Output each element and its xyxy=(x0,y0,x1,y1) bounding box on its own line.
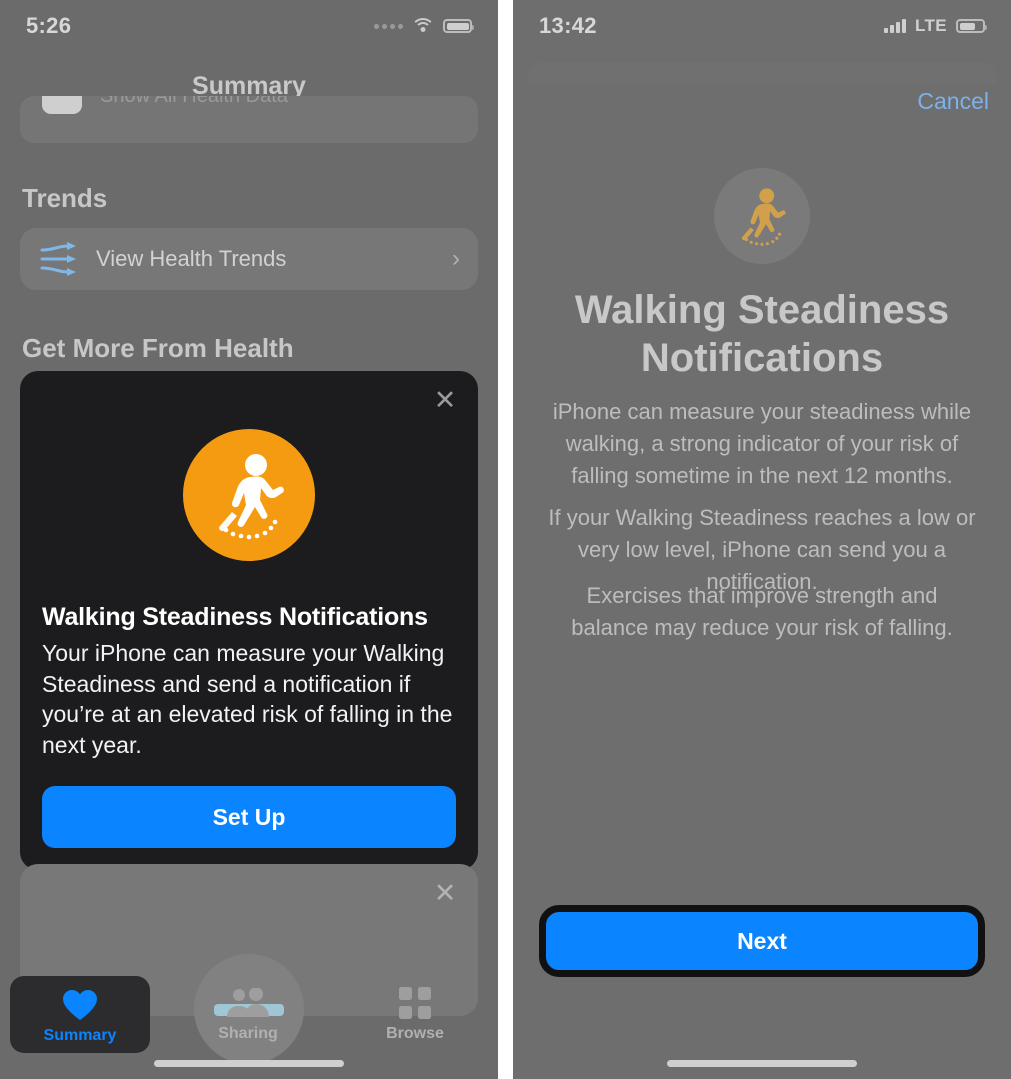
tab-bar: Summary Sharing Browse xyxy=(0,967,498,1079)
promo-card-walking-steadiness: ✕ Walking Steadiness Notifications Your … xyxy=(20,371,478,871)
tab-label: Sharing xyxy=(218,1025,278,1042)
promo-icon-container xyxy=(42,371,456,561)
walking-person-icon xyxy=(183,429,315,561)
tab-label: Browse xyxy=(386,1025,444,1042)
sheet-paragraph-3: Exercises that improve strength and bala… xyxy=(571,583,953,640)
home-indicator xyxy=(154,1060,344,1067)
battery-icon xyxy=(956,19,987,33)
tab-summary[interactable]: Summary xyxy=(10,976,150,1053)
promo-body: Your iPhone can measure your Walking Ste… xyxy=(42,640,453,758)
close-x-icon[interactable]: ✕ xyxy=(430,385,460,415)
home-indicator xyxy=(667,1060,857,1067)
tab-browse[interactable]: Browse xyxy=(340,984,490,1043)
row-label: View Health Trends xyxy=(96,246,287,271)
cancel-button[interactable]: Cancel xyxy=(917,88,989,115)
right-status-bar: 13:42 LTE xyxy=(513,0,1011,52)
left-status-bar: 5:26 xyxy=(0,0,498,52)
right-phone-screen: 13:42 LTE Cancel Walking Steadiness Noti… xyxy=(513,0,1011,1079)
row-view-health-trends[interactable]: View Health Trends › xyxy=(20,228,478,290)
next-button-label: Next xyxy=(737,927,787,954)
tab-label: Summary xyxy=(43,1027,117,1044)
tab-sharing[interactable]: Sharing xyxy=(173,984,323,1043)
next-button[interactable]: Next xyxy=(539,905,985,977)
cellular-dots-icon xyxy=(374,23,403,29)
set-up-button[interactable]: Set Up xyxy=(42,786,456,849)
section-heading-get-more-from-health: Get More From Health xyxy=(22,333,294,363)
wifi-icon xyxy=(411,18,435,34)
health-trends-arrows-icon xyxy=(38,242,82,276)
partial-row-show-all-health-data[interactable]: Show All Health Data xyxy=(20,96,478,143)
status-time: 5:26 xyxy=(26,13,72,38)
people-icon xyxy=(173,984,323,1022)
status-time: 13:42 xyxy=(539,13,597,38)
promo-title: Walking Steadiness Notifications xyxy=(42,603,428,631)
hero-icon-container xyxy=(513,168,1011,264)
chevron-right-icon: › xyxy=(452,245,460,272)
status-indicators xyxy=(374,18,474,34)
section-heading-trends: Trends xyxy=(22,183,108,213)
toggle-pill xyxy=(42,96,82,114)
grid-icon xyxy=(340,984,490,1022)
modal-sheet-edge xyxy=(527,62,997,84)
screenshot-stage: 5:26 Summary Show All Health Data Trends xyxy=(0,0,1011,1079)
network-label: LTE xyxy=(914,16,947,35)
walking-person-icon xyxy=(714,168,810,264)
heart-icon xyxy=(10,986,150,1024)
sheet-title: Walking Steadiness Notifications xyxy=(574,288,950,380)
status-indicators: LTE xyxy=(883,16,987,36)
battery-icon xyxy=(443,19,474,33)
sheet-paragraph-1: iPhone can measure your steadiness while… xyxy=(552,399,972,488)
partial-row-label: Show All Health Data xyxy=(100,96,288,107)
left-phone-screen: 5:26 Summary Show All Health Data Trends xyxy=(0,0,498,1079)
cellular-bars-icon xyxy=(883,19,906,33)
close-x-icon[interactable]: ✕ xyxy=(430,878,460,908)
